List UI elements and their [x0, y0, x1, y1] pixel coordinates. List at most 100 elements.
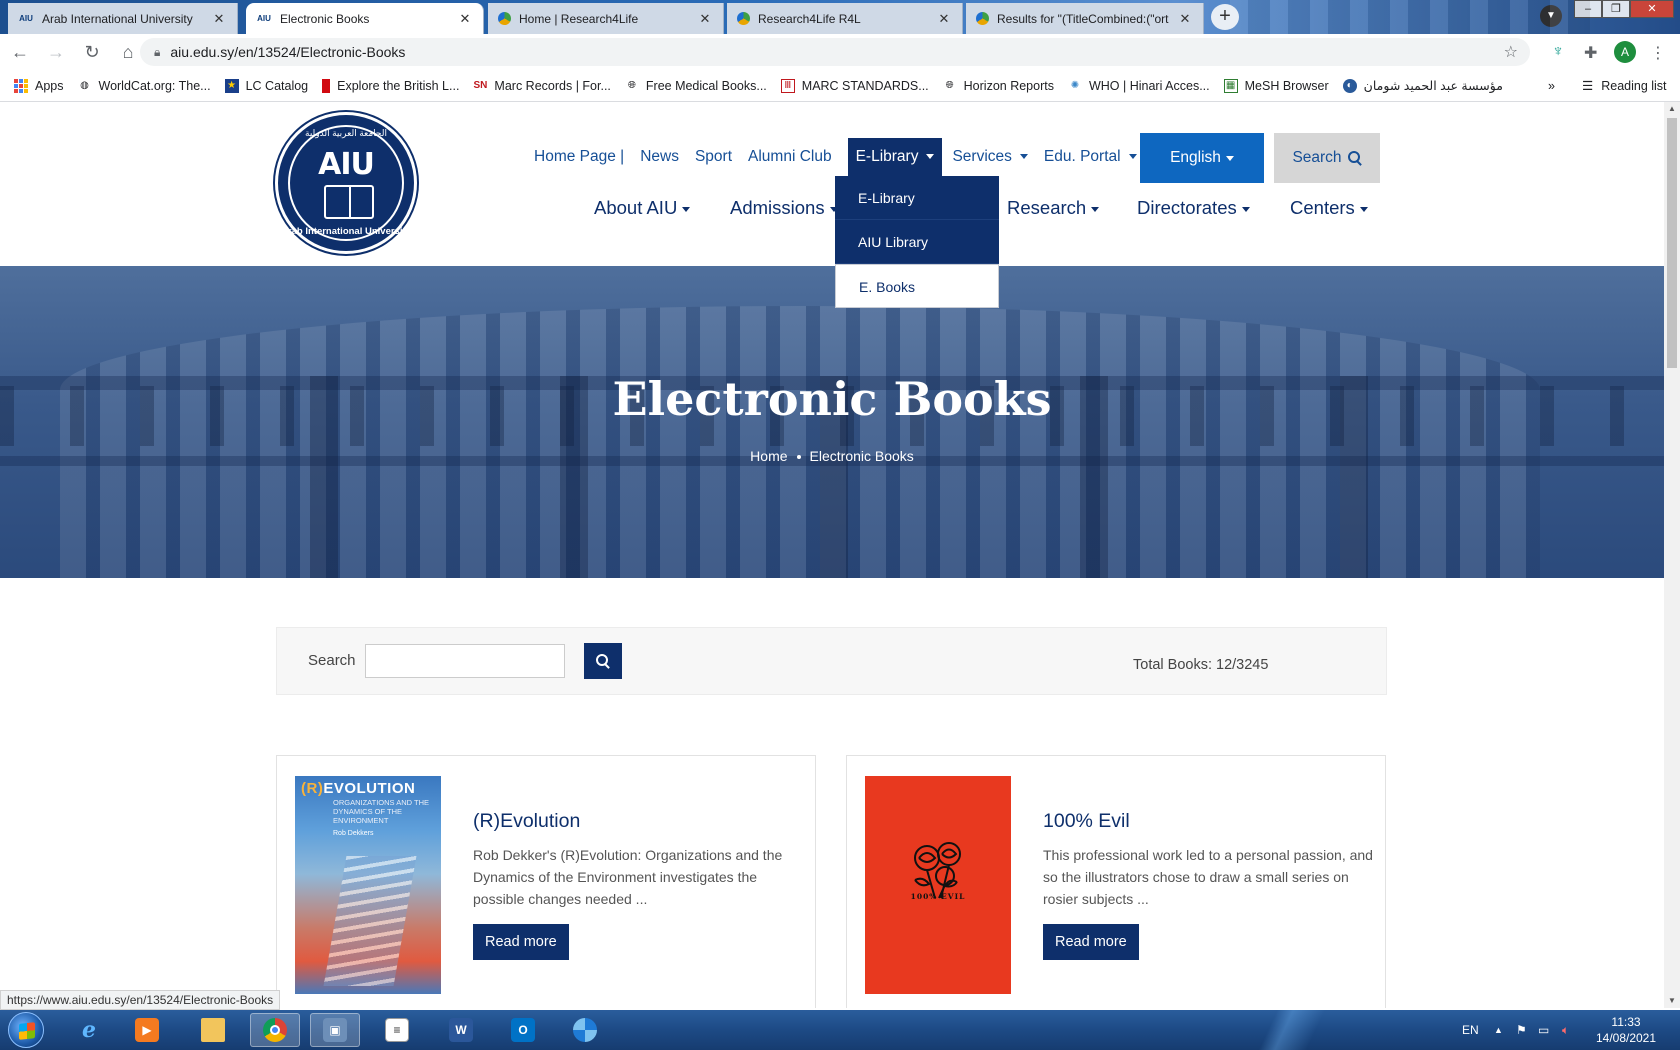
system-clock[interactable]: 11:33 14/08/2021	[1590, 1014, 1662, 1046]
maximize-button[interactable]: ❐	[1602, 0, 1630, 18]
page-scrollbar[interactable]: ▲ ▼	[1664, 102, 1680, 1008]
top-nav: Home Page | News Sport Alumni Club E-Lib…	[534, 138, 1153, 176]
book-title[interactable]: (R)Evolution	[473, 810, 580, 833]
browser-tab[interactable]: AIU Arab International University ✕	[8, 3, 238, 34]
tray-overflow-arrow-icon[interactable]: ▲	[1494, 1010, 1503, 1050]
taskbar-word[interactable]: W	[436, 1013, 486, 1047]
bookmark-who-hinari[interactable]: ✺ WHO | Hinari Acces...	[1068, 79, 1210, 93]
book-title[interactable]: 100% Evil	[1043, 810, 1130, 833]
minimize-button[interactable]: –	[1574, 0, 1602, 18]
bookmark-horizon-reports[interactable]: 🌐︎ Horizon Reports	[943, 79, 1054, 93]
nav-services[interactable]: Services	[952, 148, 1028, 166]
read-more-button[interactable]: Read more	[1043, 924, 1139, 960]
scrollbar-thumb[interactable]	[1667, 118, 1677, 368]
taskbar-app[interactable]	[560, 1013, 610, 1047]
nav-about-aiu[interactable]: About AIU	[594, 197, 691, 219]
taskbar-outlook[interactable]: O	[498, 1013, 548, 1047]
bookmark-lc-catalog[interactable]: ★ LC Catalog	[224, 78, 308, 93]
scroll-up-arrow-icon[interactable]: ▲	[1664, 102, 1680, 116]
bookmark-free-medical-books[interactable]: 🌐︎ Free Medical Books...	[625, 79, 767, 93]
start-button[interactable]	[8, 1012, 44, 1048]
nav-edu-portal[interactable]: Edu. Portal	[1044, 148, 1137, 166]
books-search-input[interactable]	[365, 644, 565, 678]
taskbar-file-explorer[interactable]	[188, 1013, 238, 1047]
hero-banner: Electronic Books Home Electronic Books	[0, 266, 1664, 578]
dropdown-item-e-library[interactable]: E-Library	[835, 176, 999, 220]
window-close-button[interactable]: ✕	[1630, 0, 1674, 18]
action-center-flag-icon[interactable]: ⚑	[1516, 1010, 1527, 1050]
nav-news[interactable]: News	[640, 148, 679, 166]
nav-directorates[interactable]: Directorates	[1137, 197, 1250, 219]
caret-down-icon	[1128, 154, 1137, 160]
dropdown-item-aiu-library[interactable]: AIU Library	[835, 220, 999, 264]
logo-english-name: Arab International University	[281, 226, 411, 237]
network-icon[interactable]: ▭	[1538, 1010, 1549, 1050]
browser-tab[interactable]: Home | Research4Life ✕	[488, 3, 724, 34]
tab-label: Arab International University	[42, 11, 193, 26]
profile-avatar[interactable]: A	[1614, 41, 1636, 63]
scroll-down-arrow-icon[interactable]: ▼	[1664, 994, 1680, 1008]
caret-down-icon	[1091, 206, 1100, 212]
new-tab-button[interactable]: +	[1211, 4, 1239, 30]
taskbar-notepad[interactable]: ≡	[372, 1013, 422, 1047]
extension-icon[interactable]: ♆	[1552, 43, 1564, 61]
extensions-puzzle-icon[interactable]: ✚	[1584, 43, 1597, 63]
chrome-menu-icon[interactable]: ⋮	[1650, 43, 1666, 63]
close-icon[interactable]: ✕	[457, 11, 473, 27]
browser-toolbar: ← → ↻ ⌂ 🔒︎ aiu.edu.sy/en/13524/Electroni…	[0, 34, 1680, 70]
close-icon[interactable]: ✕	[1177, 11, 1193, 27]
browser-tab-active[interactable]: AIU Electronic Books ✕	[246, 3, 484, 34]
back-arrow-icon[interactable]: ←	[4, 36, 36, 68]
dropdown-item-e-books[interactable]: E. Books	[835, 264, 999, 308]
taskbar-chrome[interactable]	[250, 1013, 300, 1047]
tab-label: Home | Research4Life	[519, 11, 639, 26]
internet-explorer-icon: e	[82, 1017, 96, 1043]
nav-home-page[interactable]: Home Page |	[534, 148, 624, 166]
nav-e-library[interactable]: E-Library	[847, 138, 943, 176]
cover-author: Rob Dekkers	[333, 830, 374, 837]
nav-centers[interactable]: Centers	[1290, 197, 1368, 219]
taskbar-internet-explorer[interactable]: e	[64, 1013, 114, 1047]
nav-alumni-club[interactable]: Alumni Club	[748, 148, 832, 166]
bookmark-marc-records[interactable]: SN Marc Records | For...	[473, 79, 610, 93]
taskbar-media-player[interactable]: ▶	[122, 1013, 172, 1047]
nav-sport[interactable]: Sport	[695, 148, 732, 166]
aiu-logo[interactable]: الجامعة العربية الدولية AIU Arab Interna…	[275, 112, 417, 254]
forward-arrow-icon[interactable]: →	[40, 36, 72, 68]
app-swirl-icon	[573, 1018, 597, 1042]
bookmark-shoman-foundation[interactable]: ◐ مؤسسة عبد الحميد شومان	[1342, 78, 1503, 93]
bookmark-star-icon[interactable]: ☆	[1504, 42, 1518, 62]
bookmarks-overflow-icon[interactable]: »	[1548, 79, 1555, 93]
bookmark-british-library[interactable]: Explore the British L...	[322, 78, 459, 93]
books-search-button[interactable]	[584, 643, 622, 679]
breadcrumb-home[interactable]: Home	[750, 448, 787, 464]
address-bar[interactable]: 🔒︎ aiu.edu.sy/en/13524/Electronic-Books …	[140, 38, 1530, 66]
taskbar-system-tool[interactable]: ▣	[310, 1013, 360, 1047]
page-viewport: الجامعة العربية الدولية AIU Arab Interna…	[0, 102, 1664, 1008]
book-cover-image[interactable]: 100% EVIL	[865, 776, 1011, 994]
site-search-button[interactable]: Search	[1274, 133, 1380, 183]
close-icon[interactable]: ✕	[697, 11, 713, 27]
lock-icon[interactable]: 🔒︎	[154, 45, 160, 60]
browser-tab[interactable]: Research4Life R4L ✕	[727, 3, 963, 34]
bookmark-apps[interactable]: Apps	[14, 78, 64, 93]
close-icon[interactable]: ✕	[936, 11, 952, 27]
nav-research[interactable]: Research	[1007, 197, 1100, 219]
bookmark-mesh-browser[interactable]: ▦ MeSH Browser	[1223, 78, 1329, 93]
browser-tab[interactable]: Results for "(TitleCombined:("ort ✕	[966, 3, 1204, 34]
research4life-favicon-icon	[976, 12, 989, 25]
taskbar-language[interactable]: EN	[1462, 1010, 1479, 1050]
volume-muted-icon[interactable]: 🔈︎	[1562, 1010, 1569, 1050]
language-button[interactable]: English	[1140, 133, 1264, 183]
nav-admissions[interactable]: Admissions	[730, 197, 838, 219]
read-more-button[interactable]: Read more	[473, 924, 569, 960]
bookmark-worldcat[interactable]: ◍ WorldCat.org: The...	[78, 79, 210, 93]
tab-search-icon[interactable]: ▼	[1540, 5, 1562, 27]
bookmark-marc-standards[interactable]: Ⅲ MARC STANDARDS...	[780, 78, 929, 93]
reading-list-button[interactable]: ☰ Reading list	[1582, 78, 1667, 94]
clock-time: 11:33	[1611, 1015, 1641, 1029]
close-icon[interactable]: ✕	[211, 11, 227, 27]
book-cover-image[interactable]: (R)EVOLUTION ORGANIZATIONS AND THE DYNAM…	[295, 776, 441, 994]
aiu-favicon-icon: AIU	[257, 14, 271, 23]
reload-icon[interactable]: ↻	[76, 36, 108, 68]
